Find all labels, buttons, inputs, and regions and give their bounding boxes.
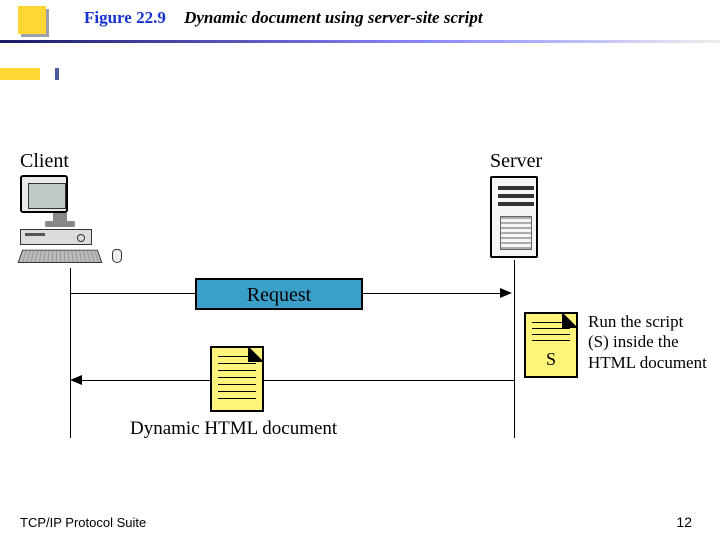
request-box: Request [195, 278, 363, 310]
run-script-caption: Run the script (S) inside the HTML docum… [588, 312, 708, 373]
response-arrowhead-icon [70, 375, 82, 385]
request-arrowhead-icon [500, 288, 512, 298]
response-arrow-segment [264, 380, 514, 381]
server-timeline [514, 260, 515, 438]
diagram-canvas: Client Server Request S Run the script (… [0, 0, 720, 540]
script-marker: S [526, 349, 576, 370]
response-arrow-segment [82, 380, 210, 381]
dynamic-document-icon [210, 346, 264, 412]
dynamic-document-label: Dynamic HTML document [130, 418, 337, 440]
client-computer-icon [20, 175, 100, 264]
request-arrow-segment [363, 293, 500, 294]
page-number: 12 [676, 514, 692, 530]
request-arrow-segment [70, 293, 195, 294]
script-document-icon: S [524, 312, 578, 378]
server-label: Server [490, 150, 542, 173]
client-label: Client [20, 150, 69, 173]
server-tower-icon [490, 176, 538, 258]
footer-source: TCP/IP Protocol Suite [20, 515, 146, 530]
